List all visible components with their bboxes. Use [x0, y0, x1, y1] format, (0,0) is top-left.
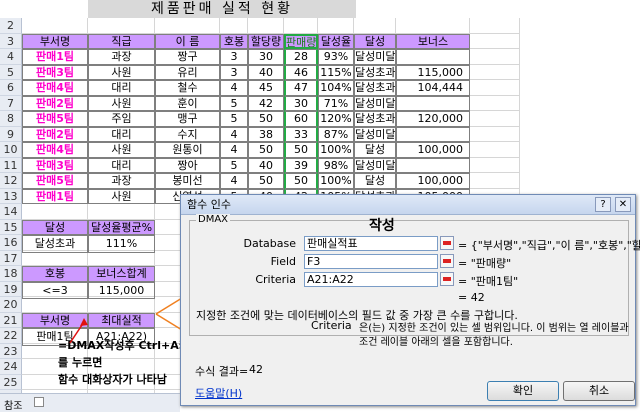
argument-description-1: 은(는) 지정한 조건이 있는 셀 범위입니다. 이 범위는 열 레이블과: [359, 323, 629, 334]
insert-sheet-icon[interactable]: [34, 397, 44, 407]
sheet-tab[interactable]: 참조: [4, 397, 22, 412]
handwritten-annotation: 작성: [369, 218, 395, 234]
criteria-result: = "판매1팀": [458, 275, 519, 288]
criteria-input[interactable]: A21:A22: [304, 272, 438, 287]
help-icon[interactable]: ?: [595, 197, 611, 212]
database-label: Database: [243, 237, 297, 250]
close-icon[interactable]: ✕: [615, 197, 631, 212]
criteria-label: Criteria: [255, 273, 296, 286]
collapse-dialog-icon[interactable]: [440, 254, 454, 268]
cancel-button[interactable]: 취소: [563, 381, 635, 401]
field-label: Field: [270, 255, 296, 268]
field-input[interactable]: F3: [304, 254, 438, 269]
collapse-dialog-icon[interactable]: [440, 272, 454, 286]
field-result: = "판매량": [458, 257, 512, 270]
formula-result: 42: [249, 363, 263, 376]
function-arguments-dialog: 함수 인수 ? ✕ DMAX Database 판매실적표 = {"부서명","…: [180, 194, 640, 406]
dialog-titlebar: 함수 인수 ? ✕: [181, 195, 635, 215]
database-input[interactable]: 판매실적표: [304, 236, 438, 251]
database-result: = {"부서명","직급","이 름","호봉","할...: [458, 239, 640, 252]
function-name: DMAX: [196, 214, 231, 225]
argument-description-2: 조건 레이블 아래의 셀을 포함합니다.: [359, 337, 513, 348]
ok-button[interactable]: 확인: [487, 381, 559, 401]
argument-name: Criteria: [311, 319, 352, 332]
formula-result-label: 수식 결과=: [195, 365, 249, 378]
sheet-tab-bar: 참조: [0, 393, 180, 412]
value-result: = 42: [458, 291, 485, 304]
collapse-dialog-icon[interactable]: [440, 236, 454, 250]
dialog-title: 함수 인수: [187, 198, 231, 211]
help-link[interactable]: 도움말(H): [195, 385, 242, 401]
